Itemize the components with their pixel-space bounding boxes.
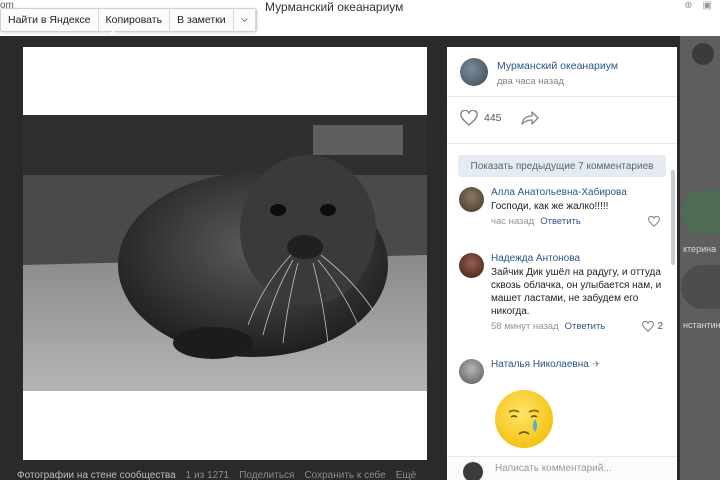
photo-frame[interactable] [23, 47, 427, 460]
crying-emoji-sticker [495, 390, 553, 448]
photo-counter: 1 из 1271 [185, 470, 230, 480]
comment-input-row [447, 456, 677, 480]
comment-likes-count: 2 [657, 321, 663, 332]
heart-icon [460, 110, 478, 126]
comment-meta: 58 минут назад Ответить [491, 321, 605, 332]
side-friend-thumb[interactable] [681, 265, 720, 309]
search-yandex-button[interactable]: Найти в Яндексе [1, 9, 99, 31]
viewer-footer: Фотографии на стене сообщества 1 из 1271… [17, 470, 416, 480]
selection-toolbar: Найти в Яндексе Копировать В заметки [0, 8, 257, 42]
heart-icon [642, 321, 655, 332]
avatar[interactable] [459, 187, 484, 212]
comment-author[interactable]: Алла Анатольевна-Хабирова [491, 187, 627, 198]
avatar[interactable] [459, 359, 484, 384]
avatar[interactable] [460, 58, 488, 86]
chevron-down-icon[interactable] [234, 9, 256, 31]
comment-author[interactable]: Надежда Антонова [491, 253, 580, 264]
gift-icon: ✈ [592, 359, 601, 369]
side-friend-name[interactable]: ктерина [683, 244, 716, 254]
translate-icon[interactable]: ⊕ [684, 0, 692, 11]
comment-like-button[interactable]: 2 [642, 321, 663, 332]
side-friend-name[interactable]: нстантин [683, 320, 720, 330]
comment-author[interactable]: Наталья Николаевна [491, 359, 589, 370]
show-previous-comments-button[interactable]: Показать предыдущие 7 комментариев [458, 155, 666, 177]
avatar[interactable] [459, 253, 484, 278]
seal-photo[interactable] [23, 115, 427, 391]
save-link[interactable]: Сохранить к себе [304, 470, 385, 480]
comment-text: Господи, как же жалко!!!!! [491, 201, 609, 212]
comment-time[interactable]: час назад [491, 216, 534, 227]
comment-text: Зайчик Дик ушёл на радугу, и оттуда скво… [491, 267, 662, 317]
divider [447, 143, 677, 144]
share-link[interactable]: Поделиться [239, 470, 294, 480]
comment-like-button[interactable] [648, 216, 663, 227]
page-title: Мурманский океанариум [265, 0, 404, 14]
comments-panel: Мурманский океанариум два часа назад 445… [447, 47, 677, 480]
side-friend-thumb[interactable] [681, 190, 720, 234]
share-icon[interactable] [520, 110, 540, 126]
copy-button[interactable]: Копировать [99, 9, 171, 31]
reply-link[interactable]: Ответить [565, 321, 606, 332]
comment-meta: час назад Ответить [491, 216, 581, 227]
like-button[interactable]: 445 [460, 110, 502, 126]
post-header: Мурманский океанариум два часа назад [447, 47, 677, 97]
likes-count: 445 [484, 112, 502, 124]
heart-icon [648, 216, 660, 227]
comment-author-row: Наталья Николаевна ✈ [491, 359, 600, 370]
avatar [463, 462, 483, 480]
post-time[interactable]: два часа назад [497, 76, 564, 87]
toolbar-icons: ⊕ ▣ [684, 0, 712, 11]
album-caption[interactable]: Фотографии на стене сообщества [17, 470, 176, 480]
avatar[interactable] [692, 43, 714, 65]
group-name-link[interactable]: Мурманский океанариум [497, 60, 618, 72]
reply-link[interactable]: Ответить [540, 216, 581, 227]
comment-time[interactable]: 58 минут назад [491, 321, 559, 332]
comments-scrollbar[interactable] [671, 170, 675, 265]
add-to-notes-button[interactable]: В заметки [170, 9, 234, 31]
more-link[interactable]: Ещё [396, 470, 416, 480]
comment-input[interactable] [495, 463, 665, 474]
notifications-icon[interactable]: ▣ [703, 0, 712, 11]
